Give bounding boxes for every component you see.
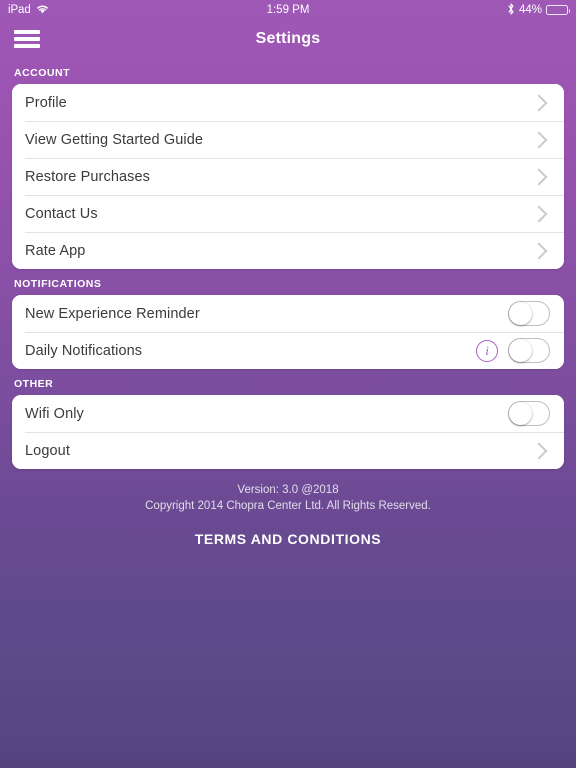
battery-icon: [546, 5, 570, 15]
settings-row-wifi-only[interactable]: Wifi Only: [12, 395, 564, 432]
toggle-daily-notifications[interactable]: [508, 338, 550, 363]
chevron-right-icon: [530, 242, 548, 259]
chevron-right-icon: [530, 168, 548, 185]
wifi-icon: [36, 4, 49, 17]
row-accessories: [530, 205, 550, 222]
status-bar-left: iPad: [8, 4, 49, 17]
row-label: Contact Us: [25, 205, 98, 222]
chevron-right-icon: [530, 131, 548, 148]
copyright-label: Copyright 2014 Chopra Center Ltd. All Ri…: [145, 500, 431, 512]
section-card-other: Wifi Only Logout: [12, 395, 564, 469]
toggle-knob: [509, 339, 532, 362]
section-header-notifications: NOTIFICATIONS: [14, 278, 102, 290]
toggle-knob: [509, 302, 532, 325]
toggle-new-experience-reminder[interactable]: [508, 301, 550, 326]
version-label: Version: 3.0 @2018: [237, 484, 339, 496]
status-bar-clock: 1:59 PM: [266, 4, 310, 16]
device-name-label: iPad: [8, 4, 31, 16]
chevron-right-icon: [530, 94, 548, 111]
section-header-other: OTHER: [14, 378, 54, 390]
row-accessories: [530, 94, 550, 111]
section-header-account: ACCOUNT: [14, 67, 70, 79]
settings-content: ACCOUNT Profile View Getting Started Gui…: [0, 58, 576, 549]
nav-bar: Settings: [0, 20, 576, 58]
row-accessories: [508, 401, 550, 426]
footer: Version: 3.0 @2018 Copyright 2014 Chopra…: [12, 469, 564, 549]
row-label: View Getting Started Guide: [25, 131, 204, 148]
settings-row-view-getting-started-guide[interactable]: View Getting Started Guide: [12, 121, 564, 158]
row-label: Daily Notifications: [25, 342, 143, 359]
settings-row-rate-app[interactable]: Rate App: [12, 232, 564, 269]
row-label: Logout: [25, 442, 70, 459]
row-label: Profile: [25, 94, 67, 111]
chevron-right-icon: [530, 205, 548, 222]
hamburger-menu-icon[interactable]: [14, 29, 40, 49]
row-label: Rate App: [25, 242, 86, 259]
row-label: New Experience Reminder: [25, 305, 200, 322]
row-accessories: [530, 442, 550, 459]
settings-row-profile[interactable]: Profile: [12, 84, 564, 121]
status-bar: iPad 1:59 PM 44%: [0, 0, 576, 20]
row-accessories: [530, 168, 550, 185]
toggle-wifi-only[interactable]: [508, 401, 550, 426]
info-icon[interactable]: i: [476, 339, 498, 362]
section-card-account: Profile View Getting Started Guide Resto…: [12, 84, 564, 269]
terms-and-conditions-link[interactable]: TERMS AND CONDITIONS: [195, 531, 381, 547]
bluetooth-icon: [507, 2, 515, 18]
settings-row-new-experience-reminder[interactable]: New Experience Reminder: [12, 295, 564, 332]
row-accessories: [530, 242, 550, 259]
row-label: Restore Purchases: [25, 168, 151, 185]
row-accessories: [508, 301, 550, 326]
settings-row-restore-purchases[interactable]: Restore Purchases: [12, 158, 564, 195]
section-card-notifications: New Experience Reminder Daily Notificati…: [12, 295, 564, 369]
settings-row-logout[interactable]: Logout: [12, 432, 564, 469]
settings-row-daily-notifications[interactable]: Daily Notifications i: [12, 332, 564, 369]
status-bar-right: 44%: [507, 2, 570, 18]
page-title: Settings: [255, 30, 321, 47]
chevron-right-icon: [530, 442, 548, 459]
row-label: Wifi Only: [25, 405, 84, 422]
toggle-knob: [509, 402, 532, 425]
row-accessories: [530, 131, 550, 148]
battery-percentage-label: 44%: [518, 4, 542, 16]
settings-row-contact-us[interactable]: Contact Us: [12, 195, 564, 232]
row-accessories: i: [476, 338, 550, 363]
